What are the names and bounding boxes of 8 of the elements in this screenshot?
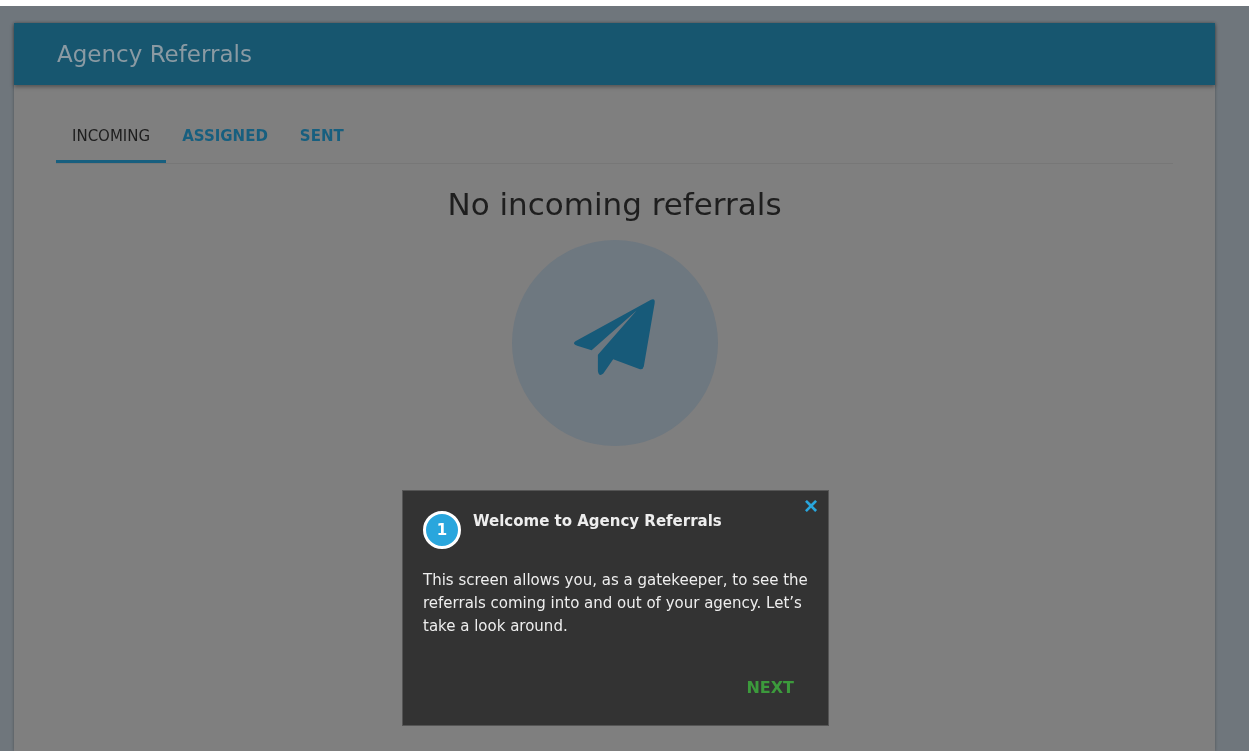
tour-title: Welcome to Agency Referrals [473,512,722,530]
tour-text: This screen allows you, as a gatekeeper, to see the referrals coming into and out of your agency. Let’s take a look around. [423,570,809,637]
page-title: Agency Referrals [57,41,252,67]
close-button[interactable]: × [800,494,822,518]
next-button[interactable]: NEXT [746,678,794,697]
tab[interactable]: INCOMING [56,111,167,163]
empty-message: No incoming referrals [447,186,782,222]
step-number: 1 [423,511,461,549]
